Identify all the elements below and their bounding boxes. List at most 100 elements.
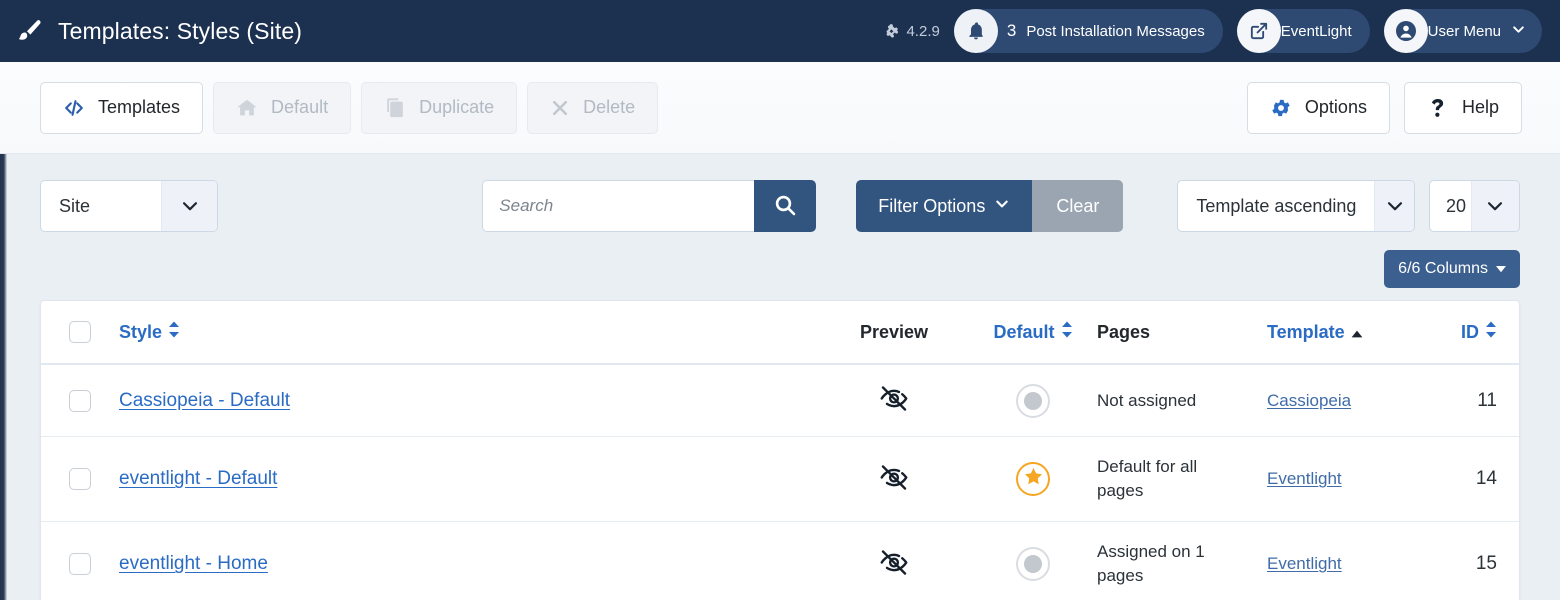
options-button-label: Options [1304,97,1367,117]
columns-button-label: 6/6 Columns [1398,260,1488,277]
pages-text: Assigned on 1 pages [1097,542,1205,586]
row-select-cell [41,364,119,438]
search-icon [773,193,797,220]
site-name-label: EventLight [1280,22,1352,40]
id-cell: 14 [1457,436,1519,523]
templates-button-label: Templates [98,97,181,117]
template-link[interactable]: Eventlight [1267,469,1342,488]
chevron-down-icon [1511,22,1526,41]
external-link-icon [1236,9,1281,53]
preview-cell [819,436,969,523]
joomla-version: 4.2.9 [885,23,940,40]
sort-updown-icon [1485,321,1497,343]
style-column-header: Style [119,301,819,366]
template-cell: Cassiopeia [1267,364,1457,438]
eye-slash-icon[interactable] [879,386,909,417]
table-body: Cassiopeia - Default Not assigned Cassio… [41,364,1519,600]
table-row: eventlight - Default Default for all pag… [41,436,1519,523]
chevron-down-icon [161,181,218,231]
pages-text: Default for all pages [1097,457,1198,501]
default-button-label: Default [271,97,329,117]
client-select-value: Site [59,195,91,216]
help-button[interactable]: Help [1403,81,1522,134]
options-button[interactable]: Options [1246,81,1390,134]
default-column-header: Default [969,301,1097,366]
set-default-button[interactable] [1016,547,1050,582]
template-header-label: Template [1267,321,1345,342]
filter-bar: Site Filter Options [40,154,1520,232]
chevron-down-icon [1470,181,1519,231]
style-link[interactable]: eventlight - Default [119,468,277,489]
list-limit-value: 20 [1445,195,1466,216]
style-link[interactable]: eventlight - Home [119,553,268,574]
chevron-down-icon [994,196,1010,217]
row-checkbox[interactable] [69,389,91,412]
search-group [482,180,817,232]
caret-down-icon [1496,260,1506,278]
eye-slash-icon[interactable] [879,465,909,496]
inactive-dot-icon [1024,555,1042,574]
ordering-select[interactable]: Template ascending [1177,180,1415,232]
pages-cell: Assigned on 1 pages [1097,521,1267,600]
row-checkbox[interactable] [69,553,91,576]
template-link[interactable]: Cassiopeia [1267,391,1351,410]
post-installation-messages-button[interactable]: 3 Post Installation Messages [953,9,1223,53]
table-row: Cassiopeia - Default Not assigned Cassio… [41,364,1519,438]
toolbar-right-group: Options Help [1246,81,1522,134]
row-checkbox[interactable] [69,468,91,491]
messages-count-badge: 3 [1006,21,1017,40]
table-head: Style Preview Default Pages Template ID [41,301,1519,366]
clear-filters-button[interactable]: Clear [1032,180,1124,232]
list-limit-select[interactable]: 20 [1428,180,1520,232]
bell-icon [953,9,998,53]
pages-column-header: Pages [1097,301,1267,366]
code-brackets-icon [63,97,85,119]
user-menu-label: User Menu [1427,22,1501,40]
id-cell: 11 [1457,364,1519,438]
pages-cell: Not assigned [1097,364,1267,438]
preview-column-header: Preview [819,301,969,366]
style-cell: eventlight - Default [119,436,819,523]
pages-cell: Default for all pages [1097,436,1267,523]
visit-site-button[interactable]: EventLight [1236,9,1370,53]
style-link[interactable]: Cassiopeia - Default [119,390,290,411]
admin-toolbar: Templates Default Duplicate Delete Optio… [0,62,1560,154]
search-button[interactable] [754,180,817,232]
table-header-row: Style Preview Default Pages Template ID [41,301,1519,366]
default-indicator[interactable] [1016,462,1050,497]
preview-cell [819,364,969,438]
set-default-button[interactable] [1016,383,1050,418]
pages-header-label: Pages [1097,321,1151,342]
delete-button[interactable]: Delete [527,81,659,134]
home-icon [236,97,258,119]
sort-by-id-link[interactable]: ID [1461,321,1497,343]
sort-by-template-link[interactable]: Template [1267,322,1363,343]
default-button[interactable]: Default [213,81,352,134]
templates-button[interactable]: Templates [40,81,204,134]
eye-slash-icon[interactable] [879,550,909,581]
duplicate-button[interactable]: Duplicate [361,81,518,134]
sort-ascending-icon [1351,322,1363,343]
template-cell: Eventlight [1267,521,1457,600]
sort-by-style-link[interactable]: Style [119,321,180,343]
page-title: Templates: Styles (Site) [58,17,302,44]
header-brand: Templates: Styles (Site) [16,17,302,45]
default-cell [969,364,1097,438]
user-circle-icon [1383,9,1428,53]
search-input[interactable] [482,180,755,232]
template-column-header: Template [1267,301,1457,366]
id-cell: 15 [1457,521,1519,600]
user-menu-button[interactable]: User Menu [1383,9,1542,53]
sort-by-default-link[interactable]: Default [993,321,1072,343]
filter-options-button[interactable]: Filter Options [856,180,1033,232]
default-header-label: Default [993,321,1055,342]
admin-header: Templates: Styles (Site) 4.2.9 3 Post In… [0,0,1560,62]
header-actions: 4.2.9 3 Post Installation Messages Event… [885,9,1542,53]
select-all-checkbox[interactable] [69,321,91,344]
template-link[interactable]: Eventlight [1267,554,1342,573]
sort-updown-icon [1061,321,1073,343]
client-select[interactable]: Site [40,180,219,232]
table-row: eventlight - Home Assigned on 1 pages Ev… [41,521,1519,600]
columns-toggle-button[interactable]: 6/6 Columns [1384,250,1520,288]
question-mark-icon [1427,97,1449,119]
